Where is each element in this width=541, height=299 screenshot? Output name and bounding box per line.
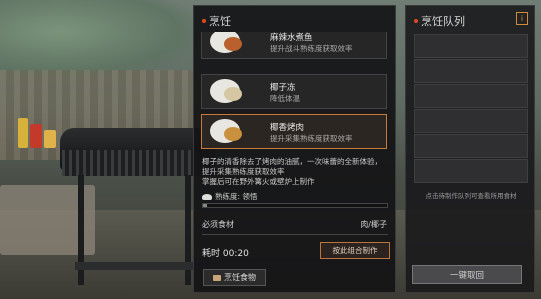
grill-grate [62,150,212,176]
cook-food-tab-label: 烹饪食物 [224,273,256,282]
trees-background [0,0,200,80]
title-dot-icon [414,19,418,23]
queue-hint: 点击待制作队列可查看所用食材 [425,192,517,200]
chef-hat-icon [202,193,212,200]
condiment-bottle [30,124,42,148]
cooking-panel: 烹饪 麻辣水煮鱼 提升战斗熟练度获取效率 椰子冻 降低体温 椰香烤肉 提升采集熟… [193,5,396,293]
retrieve-all-button[interactable]: 一键取回 [412,265,522,284]
recipe-item-spicy-fish[interactable]: 麻辣水煮鱼 提升战斗熟练度获取效率 [201,32,387,59]
proficiency-bar-fill [203,204,207,207]
condiment-bottle [44,130,56,148]
recipe-name: 椰香烤肉 [270,123,305,133]
recipe-desc: 提升采集熟练度获取效率 [270,134,353,143]
queue-title-text: 烹饪队列 [421,15,465,28]
panel-title: 烹饪 [202,13,231,29]
recipe-item-coconut-roast[interactable]: 椰香烤肉 提升采集熟练度获取效率 [201,114,387,149]
queue-slot[interactable] [414,134,528,158]
ingredients-label: 必须食材 [202,220,234,229]
queue-slot[interactable] [414,109,528,133]
recipe-list[interactable]: 麻辣水煮鱼 提升战斗熟练度获取效率 椰子冻 降低体温 椰香烤肉 提升采集熟练度获… [201,32,388,150]
proficiency-row: 熟练度: 领悟 [202,191,257,202]
recipe-description: 椰子的清香除去了烤肉的油腻，一次味蕾的全新体验，提升采集熟练度获取效率 掌握后可… [202,157,382,186]
craft-combination-button[interactable]: 按此组合制作 [320,242,390,259]
ingredients-value: 肉/椰子 [360,220,387,229]
queue-slot[interactable] [414,159,528,183]
recipe-desc: 提升战斗熟练度获取效率 [270,44,353,53]
queue-slot[interactable] [414,84,528,108]
recipe-name: 麻辣水煮鱼 [270,33,313,43]
dish-icon [210,32,242,53]
cook-time: 耗时 00:20 [202,249,249,259]
queue-slot[interactable] [414,34,528,58]
food-box-icon [213,274,221,281]
info-icon[interactable]: i [516,12,528,25]
queue-title: 烹饪队列 [414,13,465,29]
dish-icon [210,119,242,143]
proficiency-label: 熟练度: 领悟 [215,192,258,201]
recipe-item-coconut-jelly[interactable]: 椰子冻 降低体温 [201,74,387,109]
condiment-bottle [18,118,28,148]
recipe-desc: 降低体温 [270,94,300,103]
cooking-queue-panel: 烹饪队列 i 点击待制作队列可查看所用食材 [405,5,535,293]
title-dot-icon [202,19,206,23]
grill-shelf [75,262,195,270]
recipe-name: 椰子冻 [270,83,296,93]
proficiency-bar [202,203,388,208]
queue-slot[interactable] [414,59,528,83]
cook-food-tab[interactable]: 烹饪食物 [203,269,266,286]
panel-title-text: 烹饪 [209,15,231,28]
dish-icon [210,79,242,103]
divider [202,234,388,235]
